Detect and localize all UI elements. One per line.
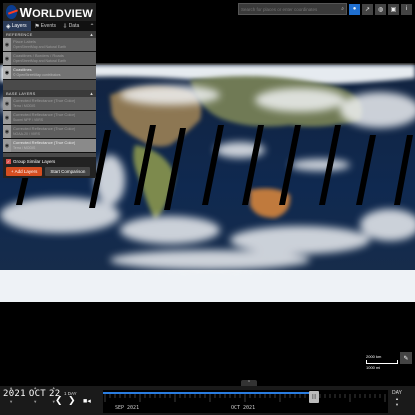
layer-item[interactable]: ◉ Place Labels OpenStreetMap and Natural …: [3, 38, 96, 52]
scale-bar: [366, 360, 398, 364]
tab-data[interactable]: ⇩ Data: [60, 21, 88, 31]
year-field[interactable]: ▲ 2021 ▼: [3, 385, 26, 404]
collapse-sidebar-icon[interactable]: ⌃: [88, 21, 96, 31]
nasa-logo: [6, 5, 17, 19]
location-pin-button[interactable]: ●: [349, 3, 360, 15]
base-layers-header[interactable]: BASE LAYERS ▴: [3, 90, 96, 97]
grip-icon: |||: [312, 394, 316, 400]
tab-events[interactable]: ⚑ Events: [31, 21, 59, 31]
layers-icon: ◈: [6, 23, 11, 30]
map-scale: 2000 km 1000 mi: [366, 354, 398, 370]
timeline-zoom[interactable]: DAY ▴ ▾: [392, 390, 402, 408]
timeline: ⌃ ▲ 2021 ▼ ▲ OCT ▼ ▲ 22 ▼ 1 DAY ❮ ❯ ■◂ SEP 202…: [0, 380, 415, 415]
info-icon: i: [405, 6, 408, 12]
sidebar-tabs: ◈ Layers ⚑ Events ⇩ Data ⌃: [3, 21, 96, 31]
timeline-month-label: SEP 2021: [115, 405, 140, 411]
layer-item[interactable]: ◉ Corrected Reflectance (True Color) Terr…: [3, 97, 96, 111]
snapshot-button[interactable]: ▣: [388, 3, 399, 15]
tab-layers[interactable]: ◈ Layers: [3, 21, 32, 31]
layer-item[interactable]: ◉ Corrected Reflectance (True Color) Terr…: [3, 139, 96, 153]
layer-item[interactable]: ◉ Coastlines / Borders / Roads OpenStreet…: [3, 52, 96, 66]
group-similar-toggle[interactable]: ✓ Group Similar Layers: [3, 157, 96, 165]
top-toolbar: ⌕ ● ↗ ◍ ▣ i: [238, 3, 412, 15]
start-comparison-button[interactable]: Start Comparison: [45, 167, 91, 176]
date-selector: ▲ 2021 ▼ ▲ OCT ▼ ▲ 22 ▼: [3, 385, 60, 404]
timeline-month-label: OCT 2021: [231, 405, 256, 411]
visibility-icon[interactable]: ◉: [3, 52, 11, 65]
checkbox-checked-icon[interactable]: ✓: [6, 158, 11, 164]
timeline-handle[interactable]: |||: [309, 391, 319, 403]
month-field[interactable]: ▲ OCT ▼: [29, 385, 46, 404]
ruler-icon: ✎: [403, 355, 409, 362]
sidebar-spacer: [3, 80, 96, 90]
chevron-up-icon[interactable]: ▲: [34, 385, 37, 390]
projection-button[interactable]: ◍: [375, 3, 386, 15]
layer-item[interactable]: ◉ Corrected Reflectance (True Color) Suom…: [3, 111, 96, 125]
chevron-up-icon[interactable]: ▲: [52, 385, 55, 390]
sidebar-actions: + Add Layers Start Comparison: [3, 165, 96, 178]
timeline-collapse-icon[interactable]: ⌃: [241, 380, 257, 386]
chevron-up-icon: ▴: [90, 90, 93, 97]
visibility-icon[interactable]: ◉: [3, 66, 11, 79]
data-availability-bar: [103, 392, 309, 394]
info-button[interactable]: i: [401, 3, 412, 15]
search-box[interactable]: ⌕: [238, 3, 347, 15]
visibility-icon[interactable]: ◉: [3, 111, 11, 124]
animation-video-icon[interactable]: ■◂: [83, 397, 91, 405]
search-input[interactable]: [241, 6, 331, 12]
chevron-up-icon: ▴: [90, 31, 93, 38]
visibility-icon[interactable]: ◉: [3, 38, 11, 51]
search-icon[interactable]: ⌕: [341, 6, 344, 12]
chevron-down-icon[interactable]: ▼: [34, 399, 37, 404]
globe-icon: ◍: [377, 6, 384, 13]
visibility-icon[interactable]: ◉: [3, 97, 11, 110]
layer-item[interactable]: ◉ Coastlines © OpenStreetMap contributors: [3, 66, 96, 80]
camera-icon: ▣: [390, 6, 397, 13]
visibility-icon[interactable]: ◉: [3, 139, 11, 152]
download-icon: ⇩: [62, 23, 68, 30]
layer-sidebar: WORLDVIEW ◈ Layers ⚑ Events ⇩ Data ⌃ REFERE…: [3, 3, 96, 178]
map-pin-icon: ●: [352, 6, 357, 12]
reference-header[interactable]: REFERENCE ▴: [3, 31, 96, 38]
flag-icon: ⚑: [34, 23, 40, 30]
next-date-icon[interactable]: ❯: [68, 395, 76, 406]
previous-date-icon[interactable]: ❮: [55, 395, 63, 406]
visibility-icon[interactable]: ◉: [3, 125, 11, 138]
app-header: WORLDVIEW: [3, 3, 96, 21]
chevron-down-icon[interactable]: ▼: [10, 399, 13, 404]
ruler-button[interactable]: ✎: [400, 352, 412, 364]
add-layers-button[interactable]: + Add Layers: [6, 167, 43, 176]
timeline-track[interactable]: SEP 2021 OCT 2021 |||: [103, 390, 388, 413]
layer-item[interactable]: ◉ Corrected Reflectance (True Color) NOAA…: [3, 125, 96, 139]
app-title: WORLDVIEW: [19, 4, 93, 20]
share-icon: ↗: [364, 6, 371, 13]
chevron-up-icon[interactable]: ▲: [10, 385, 13, 390]
share-button[interactable]: ↗: [362, 3, 373, 15]
zoom-down-icon[interactable]: ▾: [392, 402, 402, 408]
